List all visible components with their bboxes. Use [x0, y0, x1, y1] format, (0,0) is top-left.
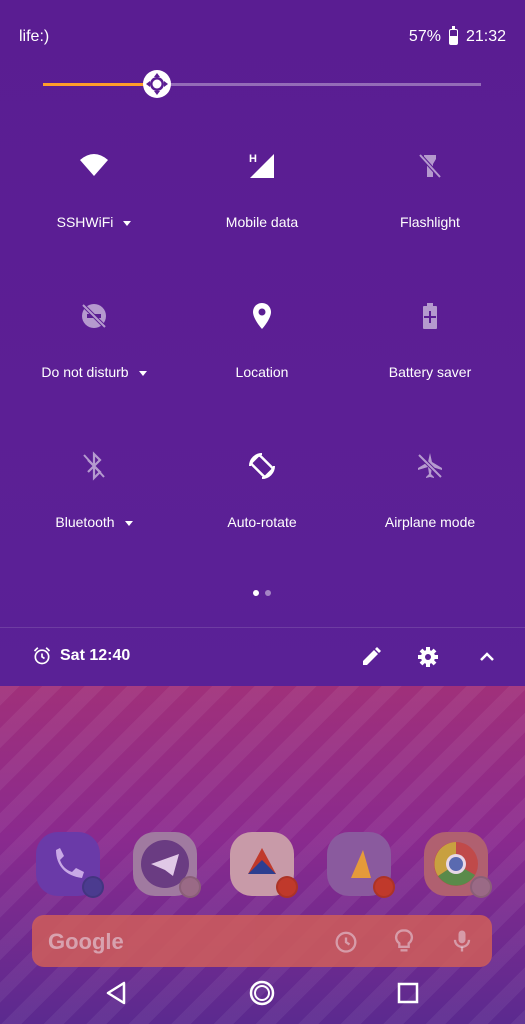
- tile-label: Mobile data: [225, 214, 299, 230]
- chevron-down-icon[interactable]: [138, 370, 147, 376]
- location-icon: [253, 303, 271, 329]
- brightness-thumb-icon[interactable]: [141, 68, 173, 100]
- chevron-down-icon[interactable]: [124, 520, 133, 526]
- navigation-bar: [0, 964, 525, 1024]
- google-logo: Google: [48, 929, 124, 954]
- carrier-label: life:): [19, 28, 50, 45]
- google-search-bar[interactable]: Google: [32, 915, 492, 967]
- alarm-clock-icon: [33, 647, 51, 665]
- badge-icon: [82, 876, 104, 898]
- home-screen: Google: [0, 686, 525, 1024]
- battery-saver-icon: [423, 303, 437, 329]
- tile-label: Flashlight: [400, 214, 460, 230]
- airplane-off-icon: [417, 453, 443, 479]
- dnd-off-icon: [81, 303, 107, 329]
- recents-icon[interactable]: [393, 978, 423, 1008]
- bluetooth-off-icon: [83, 451, 105, 481]
- tile-wifi[interactable]: SSHWiFi: [10, 140, 178, 250]
- status-bar: life:) 57% 21:32: [19, 26, 506, 50]
- tile-mobile-data[interactable]: H Mobile data: [178, 140, 346, 250]
- alarm-icon[interactable]: [332, 927, 360, 955]
- tile-label: Auto-rotate: [227, 514, 297, 530]
- tile-label: Do not disturb: [41, 364, 129, 380]
- edit-pencil-icon[interactable]: [359, 645, 383, 669]
- qs-footer: Sat 12:40: [0, 628, 525, 686]
- tile-label: Location: [235, 364, 289, 380]
- page-indicator: [253, 590, 271, 596]
- tile-label: SSHWiFi: [56, 214, 114, 230]
- lightbulb-icon[interactable]: [390, 927, 418, 955]
- badge-icon: [276, 876, 298, 898]
- brightness-slider[interactable]: [43, 70, 481, 98]
- next-alarm[interactable]: Sat 12:40: [32, 646, 130, 666]
- svg-text:H: H: [249, 153, 257, 165]
- microphone-icon[interactable]: [448, 927, 476, 955]
- badge-icon: [470, 876, 492, 898]
- telegram-app[interactable]: [133, 832, 201, 898]
- quick-settings-panel: life:) 57% 21:32 SSHWiFi H Mobile data F…: [0, 0, 525, 686]
- flashlight-off-icon: [418, 153, 442, 179]
- battery-percent: 57%: [408, 28, 441, 45]
- tile-bluetooth[interactable]: Bluetooth: [10, 440, 178, 550]
- alarm-text: Sat 12:40: [60, 647, 131, 664]
- mobile-data-icon: H: [249, 153, 274, 178]
- battery-icon: [448, 26, 458, 45]
- gear-icon[interactable]: [416, 645, 440, 669]
- tile-label: Bluetooth: [55, 514, 115, 530]
- back-icon[interactable]: [102, 978, 132, 1008]
- chevron-down-icon[interactable]: [123, 220, 132, 226]
- tile-flashlight[interactable]: Flashlight: [346, 140, 514, 250]
- phone-app[interactable]: [36, 832, 104, 898]
- wifi-icon: [80, 154, 108, 176]
- chrome-app[interactable]: [424, 832, 492, 898]
- assistant-app[interactable]: [230, 832, 298, 898]
- home-icon[interactable]: [247, 978, 277, 1008]
- badge-icon: [373, 876, 395, 898]
- page-dot: [265, 590, 271, 596]
- page-dot-active: [253, 590, 259, 596]
- tile-battery-saver[interactable]: Battery saver: [346, 290, 514, 400]
- tile-auto-rotate[interactable]: Auto-rotate: [178, 440, 346, 550]
- tile-label: Airplane mode: [384, 514, 476, 530]
- tile-location[interactable]: Location: [178, 290, 346, 400]
- chevron-up-icon[interactable]: [475, 645, 499, 669]
- tile-airplane-mode[interactable]: Airplane mode: [346, 440, 514, 550]
- music-app[interactable]: [327, 832, 395, 898]
- auto-rotate-icon: [249, 453, 275, 479]
- tile-do-not-disturb[interactable]: Do not disturb: [10, 290, 178, 400]
- clock: 21:32: [465, 28, 506, 45]
- badge-icon: [179, 876, 201, 898]
- tile-label: Battery saver: [388, 364, 472, 380]
